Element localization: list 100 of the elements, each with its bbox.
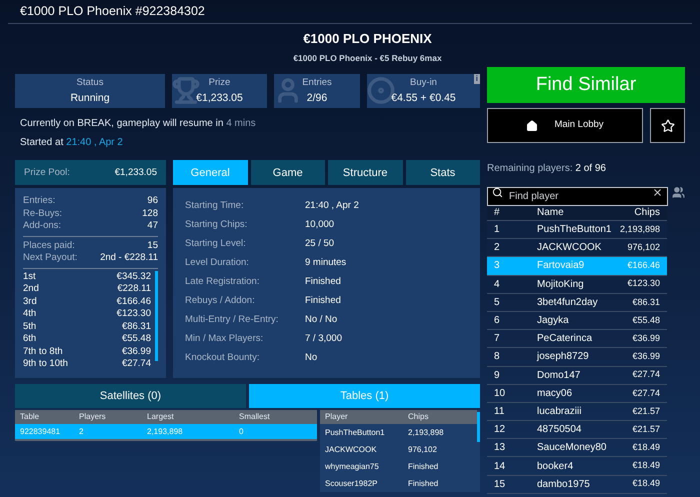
column-header[interactable]: # — [494, 204, 537, 220]
payout-amount: €86.31 — [122, 320, 151, 334]
player-chips: 2,193,898 — [620, 222, 660, 236]
payout-amount: €228.11 — [117, 283, 151, 296]
payout-place: 2nd — [23, 283, 39, 296]
prize-pool-label: Prize Pool: — [24, 166, 70, 180]
column-header[interactable]: Table — [20, 411, 79, 424]
tab[interactable]: Structure — [328, 160, 402, 186]
player-rank: 13 — [494, 441, 506, 456]
column-header[interactable]: Largest — [147, 411, 239, 424]
player-row[interactable]: 5 3bet4fun2day €86.31 — [487, 294, 667, 312]
info-value: Finished — [305, 294, 341, 308]
payout-place: 3rd — [23, 296, 37, 308]
payout-place: 6th — [23, 333, 36, 346]
info-label: Min / Max Players: — [185, 332, 264, 346]
table-cell: 976,102 — [408, 444, 437, 456]
player-row[interactable]: 2 JACKWCOOK 976,102 — [487, 239, 667, 258]
column-header[interactable]: Player — [325, 411, 408, 424]
remaining-players: Remaining players: 2 of 96 — [487, 162, 607, 176]
tab[interactable]: Game — [250, 160, 325, 186]
scrollbar-thumb[interactable] — [155, 270, 158, 361]
column-header[interactable]: Name — [537, 204, 634, 220]
info-value: 10,000 — [305, 218, 334, 232]
player-chips: €166.46 — [627, 259, 660, 273]
table-cell-text: 2,193,898 — [147, 426, 184, 438]
scrollbar-thumb[interactable] — [477, 412, 480, 442]
player-rank: 1 — [494, 223, 501, 238]
player-name: JACKWCOOK — [537, 241, 602, 256]
favorite-button[interactable] — [650, 108, 685, 143]
player-chips: 976,102 — [627, 241, 660, 255]
player-chips: €36.99 — [632, 350, 660, 364]
tournament-subtitle: €1000 PLO Phoenix - €5 Rebuy 6max — [293, 52, 442, 64]
player-row[interactable]: 1 PushTheButton1 2,193,898 — [487, 221, 667, 240]
player-row[interactable]: 9 Domo147 €27.74 — [487, 366, 667, 385]
player-rank: 14 — [494, 460, 506, 474]
player-row[interactable]: 8 joseph8729 €36.99 — [487, 348, 667, 366]
player-rank: 3 — [494, 259, 501, 274]
info-value: No / No — [305, 312, 338, 327]
player-name: Domo147 — [537, 368, 582, 383]
star-icon — [660, 118, 674, 132]
column-header[interactable]: Chips — [408, 411, 428, 424]
count-value: 96 — [147, 195, 158, 208]
player-row[interactable]: 13 SauceMoney80 €18.49 — [487, 439, 667, 458]
player-row[interactable]: 4 MojitoKing €123.30 — [487, 276, 667, 294]
search-field[interactable]: Find player — [487, 187, 668, 206]
player-chips: €18.49 — [632, 477, 660, 491]
payout-amount: €55.48 — [122, 333, 151, 346]
stat-label: Entries — [302, 76, 332, 90]
prize-pool-value: €1,233.05 — [114, 166, 157, 180]
player-row[interactable]: 6 Jagyka €55.48 — [487, 312, 667, 330]
player-row[interactable]: 10 macy06 €27.74 — [487, 384, 667, 403]
player-chips: €27.74 — [632, 368, 660, 382]
player-rank: 5 — [494, 296, 501, 310]
info-label: Starting Level: — [185, 236, 247, 251]
player-chips: €27.74 — [632, 386, 660, 400]
player-chips: €86.31 — [632, 296, 660, 310]
clear-icon[interactable] — [652, 187, 663, 198]
stat-label: Status — [76, 76, 104, 90]
player-row[interactable]: 7 PeCaterinca €36.99 — [487, 330, 667, 348]
player-name: macy06 — [537, 386, 574, 401]
player-name: dambo1975 — [537, 478, 591, 492]
player-chips: €36.99 — [632, 332, 660, 346]
tab[interactable]: Satellites (0) — [15, 384, 246, 408]
tab[interactable]: Stats — [406, 160, 480, 186]
player-row[interactable]: 12 48750504 €21.57 — [487, 421, 667, 440]
info-label: Rebuys / Addon: — [185, 294, 256, 308]
main-lobby-button[interactable]: Main Lobby — [487, 108, 643, 143]
column-header[interactable]: Smallest — [239, 411, 270, 424]
info-label: Late Registration: — [185, 274, 260, 289]
stat-label: Prize — [208, 76, 230, 90]
column-header[interactable]: Chips — [634, 204, 660, 220]
info-label: Level Duration: — [185, 256, 250, 270]
player-rank: 12 — [494, 423, 506, 438]
payout-amount: €36.99 — [122, 346, 151, 358]
player-name: booker4 — [537, 460, 574, 474]
table-cell-text: JACKWCOOK — [325, 444, 378, 456]
info-value: 21:40 , Apr 2 — [305, 198, 359, 213]
player-rank: 2 — [494, 241, 501, 256]
player-chips: €18.49 — [632, 441, 660, 455]
payout-amount: €345.32 — [116, 270, 151, 284]
player-name: 48750504 — [537, 423, 582, 438]
info-label: Multi-Entry / Re-Entry: — [185, 312, 280, 327]
player-row[interactable]: 11 lucabraziii €21.57 — [487, 402, 667, 422]
payout-amount: €166.46 — [116, 296, 151, 308]
stat-value: 2/96 — [306, 90, 328, 106]
info-label: Starting Time: — [185, 198, 245, 213]
column-header[interactable]: Players — [79, 411, 147, 424]
people-icon[interactable] — [672, 186, 685, 199]
break-notice: Currently on BREAK, gameplay will resume in 4 mins — [20, 117, 257, 132]
player-rank: 11 — [494, 404, 506, 419]
count-label: Add-ons: — [23, 220, 62, 233]
player-name: SauceMoney80 — [537, 441, 608, 456]
player-row[interactable]: 15 dambo1975 €18.49 — [487, 476, 667, 494]
table-cell-text: whymeagian75 — [325, 460, 380, 473]
table-cell-text: 922839481 — [20, 426, 62, 438]
player-row[interactable]: 14 booker4 €18.49 — [487, 457, 667, 476]
info-badge[interactable]: i — [474, 74, 480, 84]
table-cell: 2,193,898 — [408, 426, 444, 439]
count-value: 128 — [142, 208, 158, 220]
count-label: Entries: — [23, 195, 56, 208]
